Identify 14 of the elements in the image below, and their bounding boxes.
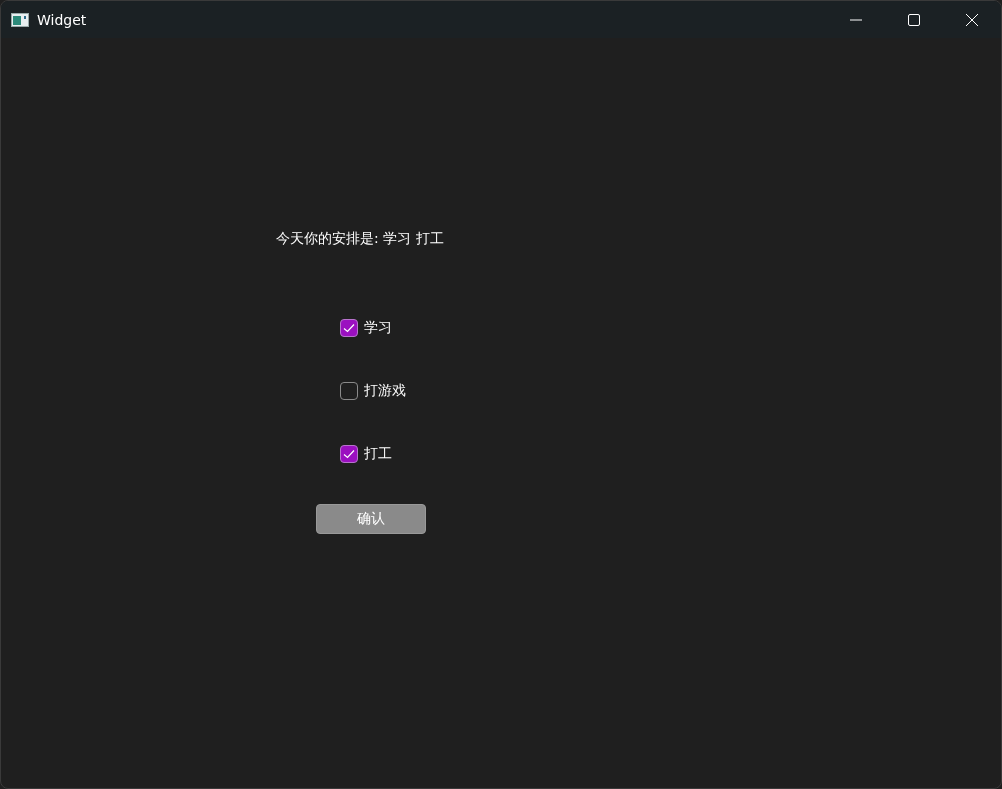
checkbox-label[interactable]: 打游戏 — [364, 382, 406, 400]
checkbox-label[interactable]: 打工 — [364, 445, 392, 463]
checkmark-icon — [343, 323, 355, 333]
schedule-summary: 今天你的安排是: 学习 打工 — [276, 229, 445, 247]
checkmark-icon — [343, 449, 355, 459]
checkbox[interactable] — [340, 382, 358, 400]
checkbox[interactable] — [340, 445, 358, 463]
maximize-icon — [908, 13, 920, 26]
app-icon — [11, 12, 29, 27]
checkbox[interactable] — [340, 319, 358, 337]
window-title: Widget — [37, 11, 87, 28]
minimize-icon — [850, 18, 862, 21]
close-icon — [966, 13, 978, 26]
checkbox-label[interactable]: 学习 — [364, 319, 392, 337]
